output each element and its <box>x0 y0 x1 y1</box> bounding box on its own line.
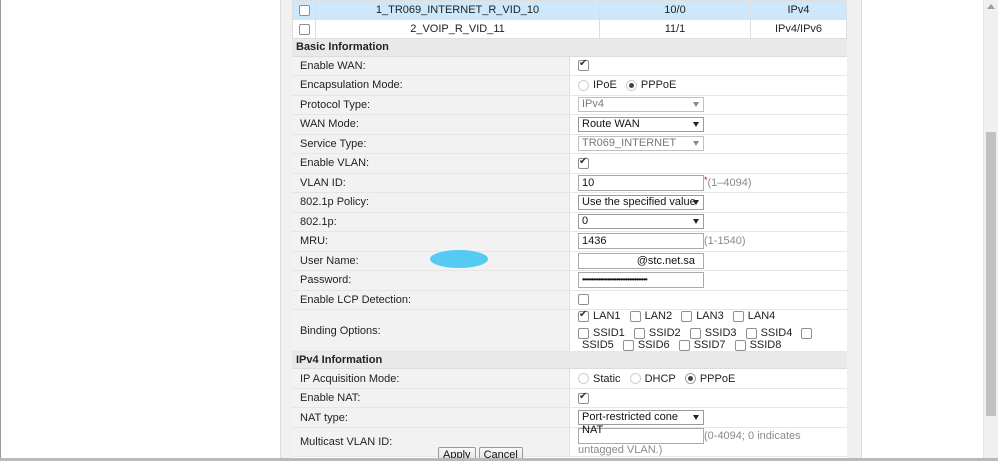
chevron-down-icon <box>693 102 699 108</box>
lan4-checkbox[interactable] <box>732 310 744 322</box>
ssid3-checkbox[interactable] <box>689 327 701 339</box>
scroll-up-arrow-icon[interactable] <box>987 4 995 9</box>
chevron-down-icon <box>693 199 699 205</box>
chevron-down-icon <box>693 415 699 421</box>
ssid6-checkbox[interactable] <box>622 339 634 351</box>
service-type-select[interactable]: TR069_INTERNET <box>578 136 704 152</box>
acq-static-radio[interactable] <box>578 373 589 385</box>
8021p-label: 802.1p: <box>292 212 570 232</box>
lcp-label: Enable LCP Detection: <box>292 290 570 310</box>
ssid1-checkbox[interactable] <box>578 327 589 339</box>
enable-wan-label: Enable WAN: <box>292 56 570 76</box>
ipv4-info-header: IPv4 Information <box>292 351 847 370</box>
lcp-checkbox[interactable] <box>578 294 589 306</box>
enable-vlan-checkbox[interactable] <box>578 156 589 169</box>
binding-options: LAN1 LAN2 LAN3 LAN4 SSID1 SSID2 SSID3 SS… <box>569 309 847 353</box>
wan-vlan-cell: 10/0 <box>599 0 751 20</box>
lan3-checkbox[interactable] <box>681 310 693 322</box>
encap-ipoe-radio[interactable] <box>578 79 589 91</box>
wan-config-panel: 1_TR069_INTERNET_R_VID_10 10/0 IPv4 2_VO… <box>292 0 847 461</box>
acq-dhcp-radio[interactable] <box>629 373 641 385</box>
ssid4-checkbox[interactable] <box>745 327 757 339</box>
window-edge <box>0 0 1 461</box>
chevron-down-icon <box>693 141 699 147</box>
acq-pppoe-radio[interactable] <box>684 373 696 385</box>
policy-select[interactable]: Use the specified value <box>578 194 704 210</box>
basic-info-table: Basic Information Enable WAN: Encapsulat… <box>292 39 847 457</box>
vlan-id-input[interactable]: 10 <box>578 174 704 191</box>
mru-hint: (1-1540) <box>704 235 746 248</box>
wan-list-row[interactable]: 2_VOIP_R_VID_11 11/1 IPv4/IPv6 <box>292 19 847 39</box>
wan-list-row[interactable]: 1_TR069_INTERNET_R_VID_10 10/0 IPv4 <box>292 0 847 20</box>
enable-vlan-label: Enable VLAN: <box>292 153 570 174</box>
password-input[interactable]: •••••••••••••••••••••••••••••••••••• <box>578 272 704 289</box>
encap-mode-label: Encapsulation Mode: <box>292 75 570 96</box>
basic-info-header: Basic Information <box>292 39 847 57</box>
wan-ip-cell: IPv4 <box>750 0 847 20</box>
wan-name-cell: 2_VOIP_R_VID_11 <box>315 19 600 39</box>
page-gutter-right <box>847 0 862 461</box>
service-type-label: Service Type: <box>292 134 570 154</box>
chevron-down-icon <box>693 219 699 225</box>
protocol-type-select[interactable]: IPv4 <box>578 97 704 113</box>
wan-mode-label: WAN Mode: <box>292 114 570 135</box>
mcast-vlan-label: Multicast VLAN ID: <box>292 427 570 457</box>
ssid5-checkbox[interactable] <box>801 327 813 339</box>
mru-input[interactable]: 1436 <box>578 233 704 250</box>
vertical-scrollbar[interactable] <box>983 0 998 461</box>
enable-nat-checkbox[interactable] <box>578 391 589 404</box>
ssid2-checkbox[interactable] <box>633 327 645 339</box>
vlan-id-hint: (1–4094) <box>707 176 752 189</box>
encap-pppoe-label: PPPoE <box>640 79 677 92</box>
8021p-select[interactable]: 0 <box>578 214 704 230</box>
binding-label: Binding Options: <box>292 309 570 353</box>
row-select-checkbox[interactable] <box>298 4 310 16</box>
wan-vlan-cell: 11/1 <box>599 19 751 39</box>
wan-mode-select[interactable]: Route WAN <box>578 116 704 132</box>
wan-name-cell: 1_TR069_INTERNET_R_VID_10 <box>315 0 600 20</box>
nat-type-label: NAT type: <box>292 407 570 428</box>
chevron-down-icon <box>693 121 699 127</box>
enable-wan-checkbox[interactable] <box>578 58 589 72</box>
redaction-scribble <box>430 250 488 268</box>
ip-acq-label: IP Acquisition Mode: <box>292 368 570 389</box>
policy-label: 802.1p Policy: <box>292 192 570 213</box>
scrollbar-thumb[interactable] <box>986 132 996 416</box>
enable-nat-label: Enable NAT: <box>292 388 570 409</box>
password-label: Password: <box>292 270 570 291</box>
vlan-id-label: VLAN ID: <box>292 173 570 193</box>
nat-type-select[interactable]: Port-restricted cone NAT <box>578 410 704 436</box>
wan-ip-cell: IPv4/IPv6 <box>750 19 847 39</box>
mru-label: MRU: <box>292 231 570 252</box>
encap-pppoe-radio[interactable] <box>625 79 637 91</box>
protocol-type-label: Protocol Type: <box>292 95 570 115</box>
lan2-checkbox[interactable] <box>629 310 641 322</box>
row-select-checkbox[interactable] <box>298 23 310 35</box>
ssid8-checkbox[interactable] <box>734 339 746 351</box>
lan1-checkbox[interactable] <box>578 309 589 322</box>
username-input[interactable]: @stc.net.sa <box>578 252 704 269</box>
wan-list-table: 1_TR069_INTERNET_R_VID_10 10/0 IPv4 2_VO… <box>292 0 847 39</box>
ssid7-checkbox[interactable] <box>678 339 690 351</box>
encap-ipoe-label: IPoE <box>593 79 617 92</box>
